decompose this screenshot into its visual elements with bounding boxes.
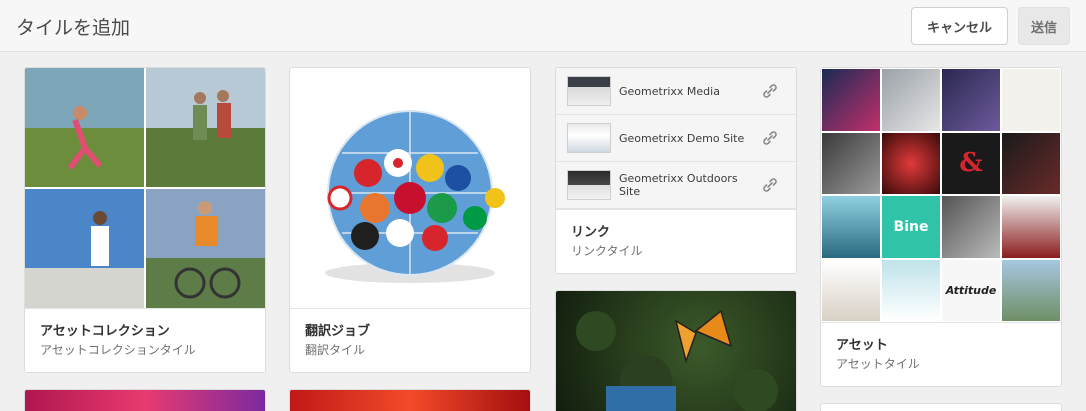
- send-button[interactable]: 送信: [1018, 7, 1070, 45]
- tile-caption: リンク リンクタイル: [556, 209, 796, 273]
- link-item[interactable]: Geometrixx Media: [556, 68, 796, 115]
- tile-subtitle: リンクタイル: [571, 244, 643, 258]
- assets-mosaic-thumbnail: & Bine Attitude: [821, 68, 1061, 322]
- page-title: タイルを追加: [16, 17, 131, 39]
- site-thumbnail: [567, 170, 611, 200]
- link-label: Geometrixx Outdoors Site: [619, 172, 738, 198]
- tile-butterfly[interactable]: [555, 290, 797, 411]
- globe-flags-thumbnail: [290, 68, 530, 308]
- tile-thumbnail: [290, 390, 530, 411]
- tile-asset-collection[interactable]: アセットコレクション アセットコレクションタイル: [24, 67, 266, 373]
- tile-title: リンク: [571, 225, 611, 240]
- link-icon[interactable]: [761, 129, 779, 147]
- link-item[interactable]: Geometrixx Outdoors Site: [556, 162, 796, 209]
- tile-thumbnail: [556, 291, 796, 411]
- tile-subtitle: アセットタイル: [836, 357, 920, 371]
- link-label: Geometrixx Media: [619, 84, 720, 98]
- tile-assets[interactable]: & Bine Attitude アセット アセットタイル: [820, 67, 1062, 387]
- tile-caption: アセットコレクション アセットコレクションタイル: [25, 308, 265, 372]
- tile-title: アセット: [836, 338, 888, 353]
- tile-title: 翻訳ジョブ: [305, 324, 371, 339]
- tile-partial[interactable]: [820, 403, 1062, 411]
- link-icon[interactable]: [761, 176, 779, 194]
- tile-caption: アセット アセットタイル: [821, 322, 1061, 386]
- tile-translation-job[interactable]: 翻訳ジョブ 翻訳タイル: [289, 67, 531, 373]
- link-label: Geometrixx Demo Site: [619, 131, 745, 145]
- site-thumbnail: [567, 76, 611, 106]
- dialog-header: タイルを追加 キャンセル 送信: [0, 0, 1086, 52]
- tile-thumbnail: [25, 390, 265, 411]
- tile-links[interactable]: Geometrixx Media Geometrixx Demo Site Ge…: [555, 67, 797, 274]
- tile-subtitle: アセットコレクションタイル: [40, 343, 196, 357]
- tile-partial[interactable]: [24, 389, 266, 411]
- tile-subtitle: 翻訳タイル: [305, 343, 366, 357]
- cancel-button[interactable]: キャンセル: [911, 7, 1008, 45]
- link-icon[interactable]: [761, 82, 779, 100]
- asset-collection-thumbnail: [25, 68, 265, 308]
- tile-partial[interactable]: [289, 389, 531, 411]
- tile-caption: 翻訳ジョブ 翻訳タイル: [290, 308, 530, 372]
- site-thumbnail: [567, 123, 611, 153]
- tile-title: アセットコレクション: [40, 324, 170, 339]
- link-item[interactable]: Geometrixx Demo Site: [556, 115, 796, 162]
